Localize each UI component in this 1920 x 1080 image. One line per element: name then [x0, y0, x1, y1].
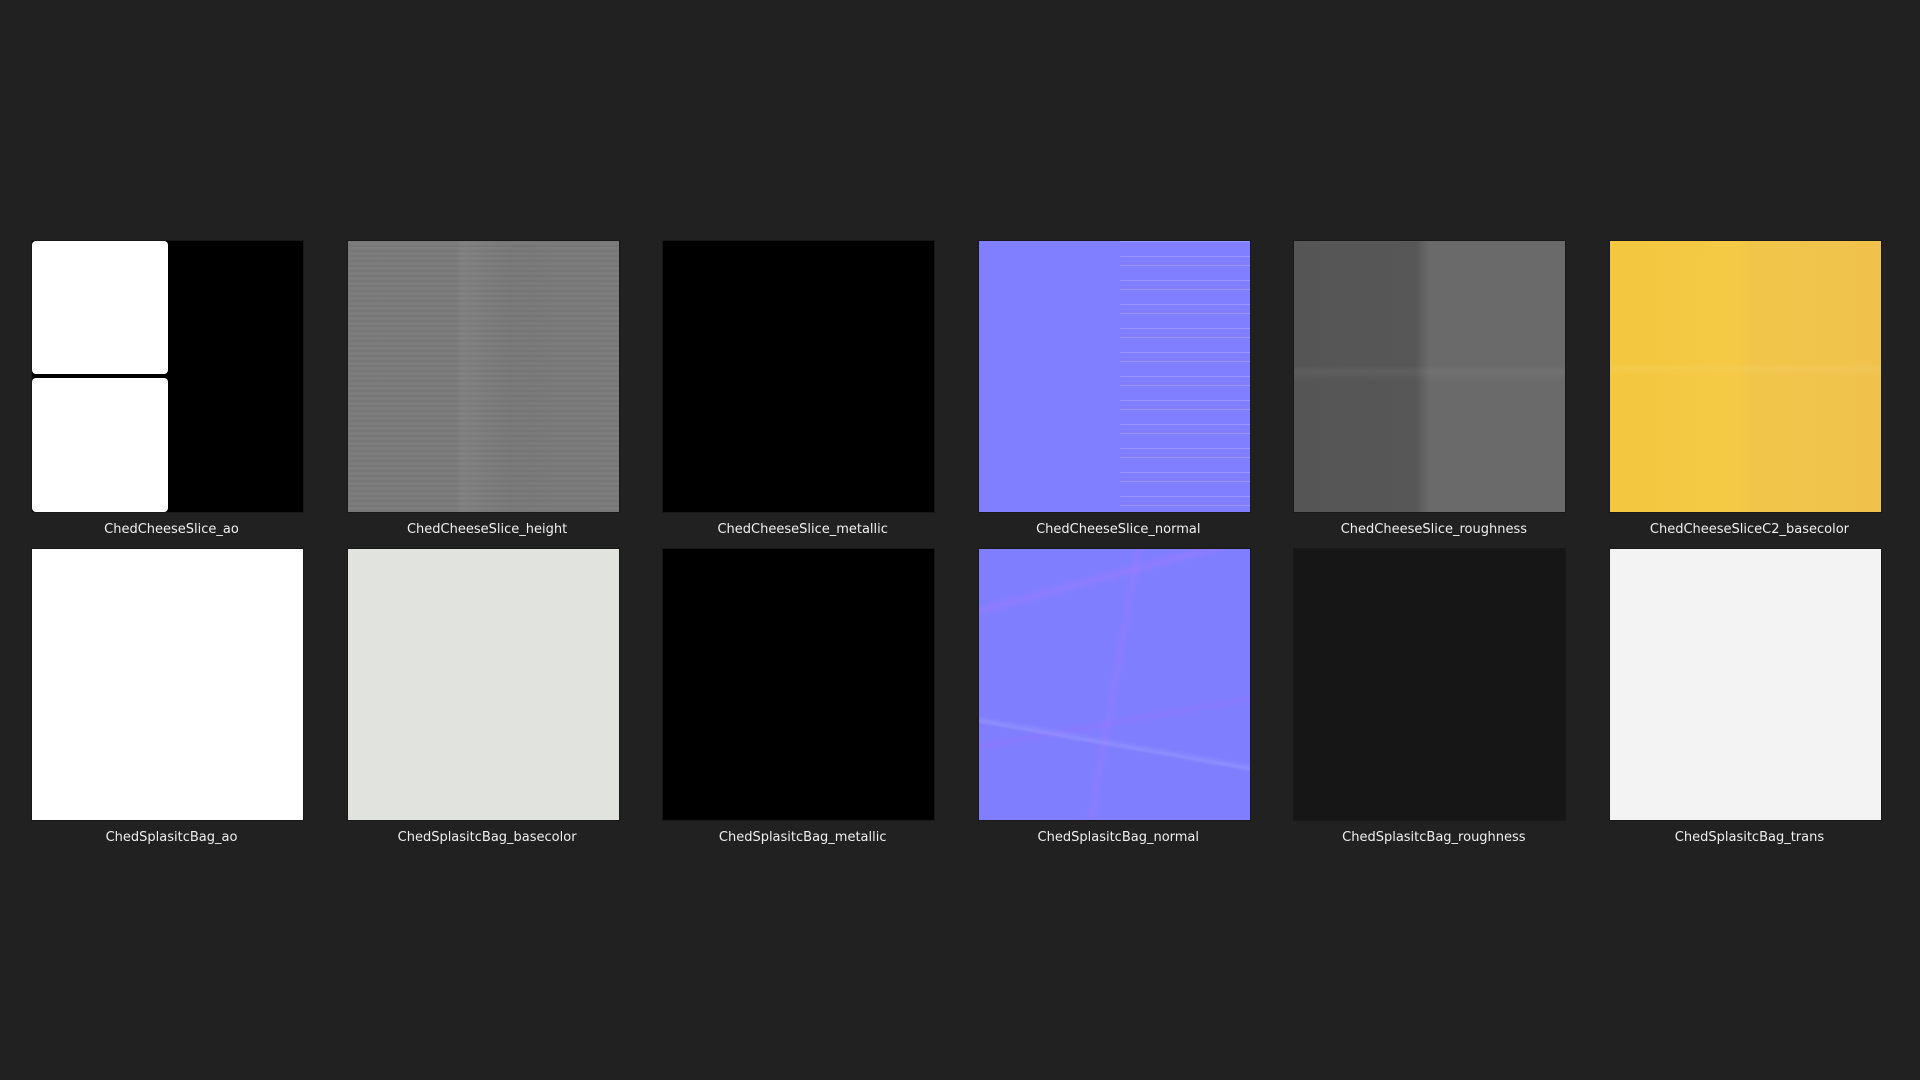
texture-thumbnail[interactable]	[1294, 549, 1566, 820]
file-name-label: ChedCheeseSlice_height	[406, 522, 568, 537]
file-name-label: ChedSplasitcBag_ao	[105, 830, 238, 845]
file-browser-view: ChedCheeseSlice_ao ChedCheeseSlice_heigh…	[0, 0, 1920, 1080]
texture-thumbnail[interactable]	[1294, 241, 1566, 512]
file-item-chedcheeseslice-roughness[interactable]: ChedCheeseSlice_roughness	[1294, 241, 1566, 549]
file-item-chedsplasitcbag-normal[interactable]: ChedSplasitcBag_normal	[978, 549, 1250, 857]
file-item-chedcheeseslice-height[interactable]: ChedCheeseSlice_height	[347, 241, 619, 549]
file-item-chedcheeseslice-normal[interactable]: ChedCheeseSlice_normal	[978, 241, 1250, 549]
texture-thumbnail[interactable]	[663, 549, 935, 820]
file-item-chedsplasitcbag-basecolor[interactable]: ChedSplasitcBag_basecolor	[347, 549, 619, 857]
file-name-label: ChedCheeseSliceC2_basecolor	[1649, 522, 1850, 537]
file-name-label: ChedSplasitcBag_normal	[1037, 830, 1200, 845]
thumbnail-grid: ChedCheeseSlice_ao ChedCheeseSlice_heigh…	[32, 241, 1881, 857]
texture-thumbnail[interactable]	[32, 241, 303, 512]
file-name-label: ChedCheeseSlice_normal	[1036, 522, 1201, 537]
file-name-label: ChedCheeseSlice_roughness	[1340, 522, 1528, 537]
file-item-chedcheeseslicec2-basecolor[interactable]: ChedCheeseSliceC2_basecolor	[1609, 241, 1881, 549]
texture-region	[32, 378, 168, 512]
file-name-label: ChedCheeseSlice_metallic	[717, 522, 888, 537]
file-item-chedcheeseslice-ao[interactable]: ChedCheeseSlice_ao	[32, 241, 303, 549]
texture-thumbnail[interactable]	[32, 549, 303, 820]
texture-thumbnail[interactable]	[1609, 241, 1881, 512]
file-name-label: ChedCheeseSlice_ao	[104, 522, 239, 537]
file-item-chedsplasitcbag-roughness[interactable]: ChedSplasitcBag_roughness	[1294, 549, 1566, 857]
file-item-chedsplasitcbag-metallic[interactable]: ChedSplasitcBag_metallic	[663, 549, 935, 857]
texture-thumbnail[interactable]	[663, 241, 935, 512]
texture-thumbnail[interactable]	[1609, 549, 1881, 820]
file-item-chedsplasitcbag-trans[interactable]: ChedSplasitcBag_trans	[1609, 549, 1881, 857]
file-name-label: ChedSplasitcBag_trans	[1674, 830, 1825, 845]
texture-thumbnail[interactable]	[978, 549, 1250, 820]
texture-thumbnail[interactable]	[978, 241, 1250, 512]
file-name-label: ChedSplasitcBag_roughness	[1342, 830, 1526, 845]
file-name-label: ChedSplasitcBag_metallic	[718, 830, 887, 845]
file-name-label: ChedSplasitcBag_basecolor	[397, 830, 577, 845]
texture-thumbnail[interactable]	[347, 549, 619, 820]
file-item-chedcheeseslice-metallic[interactable]: ChedCheeseSlice_metallic	[663, 241, 935, 549]
texture-thumbnail[interactable]	[347, 241, 619, 512]
texture-region	[32, 241, 168, 374]
file-item-chedsplasitcbag-ao[interactable]: ChedSplasitcBag_ao	[32, 549, 303, 857]
